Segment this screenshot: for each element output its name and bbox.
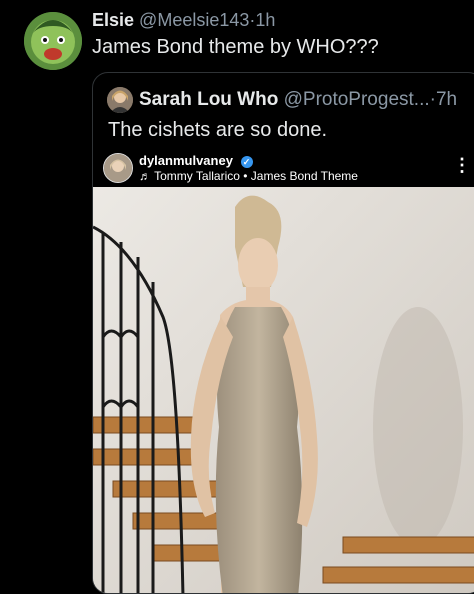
- quoted-author-handle[interactable]: @ProtoProgest...: [284, 89, 430, 110]
- verified-badge-icon: ✓: [240, 155, 253, 168]
- post-audio-label: Tommy Tallarico • James Bond Theme: [154, 169, 358, 183]
- author-handle[interactable]: @Meelsie143: [139, 10, 249, 30]
- tweet-header: Elsie @Meelsie143·1h: [92, 10, 275, 31]
- quoted-text: The cishets are so done.: [108, 119, 328, 141]
- more-options-icon[interactable]: ⋮: [453, 155, 471, 176]
- author-avatar[interactable]: [24, 12, 82, 70]
- post-photo[interactable]: [93, 187, 474, 593]
- quoted-author-name[interactable]: Sarah Lou Who: [139, 89, 278, 110]
- post-username[interactable]: dylanmulvaney: [139, 153, 233, 168]
- music-note-icon: ♬: [139, 169, 151, 183]
- tweet-time[interactable]: 1h: [255, 10, 275, 30]
- post-avatar[interactable]: [103, 153, 133, 183]
- profile-avatar-icon: [107, 87, 133, 113]
- cartoon-avatar-icon: [24, 12, 82, 70]
- quoted-author-avatar[interactable]: [107, 87, 133, 113]
- post-username-row: dylanmulvaney ✓: [139, 153, 253, 168]
- embedded-post-header: dylanmulvaney ✓ ♬ Tommy Tallarico • Jame…: [93, 151, 474, 187]
- quoted-time[interactable]: 7h: [436, 89, 457, 110]
- photo-illustration: [93, 187, 474, 593]
- quoted-tweet-card[interactable]: Sarah Lou Who @ProtoProgest...·7h The ci…: [92, 72, 474, 594]
- author-name[interactable]: Elsie: [92, 10, 134, 30]
- profile-avatar-icon: [104, 154, 132, 182]
- quoted-header: Sarah Lou Who @ProtoProgest...·7h: [139, 89, 457, 111]
- post-audio-row[interactable]: ♬ Tommy Tallarico • James Bond Theme: [139, 169, 358, 183]
- tweet-text: James Bond theme by WHO???: [92, 36, 379, 58]
